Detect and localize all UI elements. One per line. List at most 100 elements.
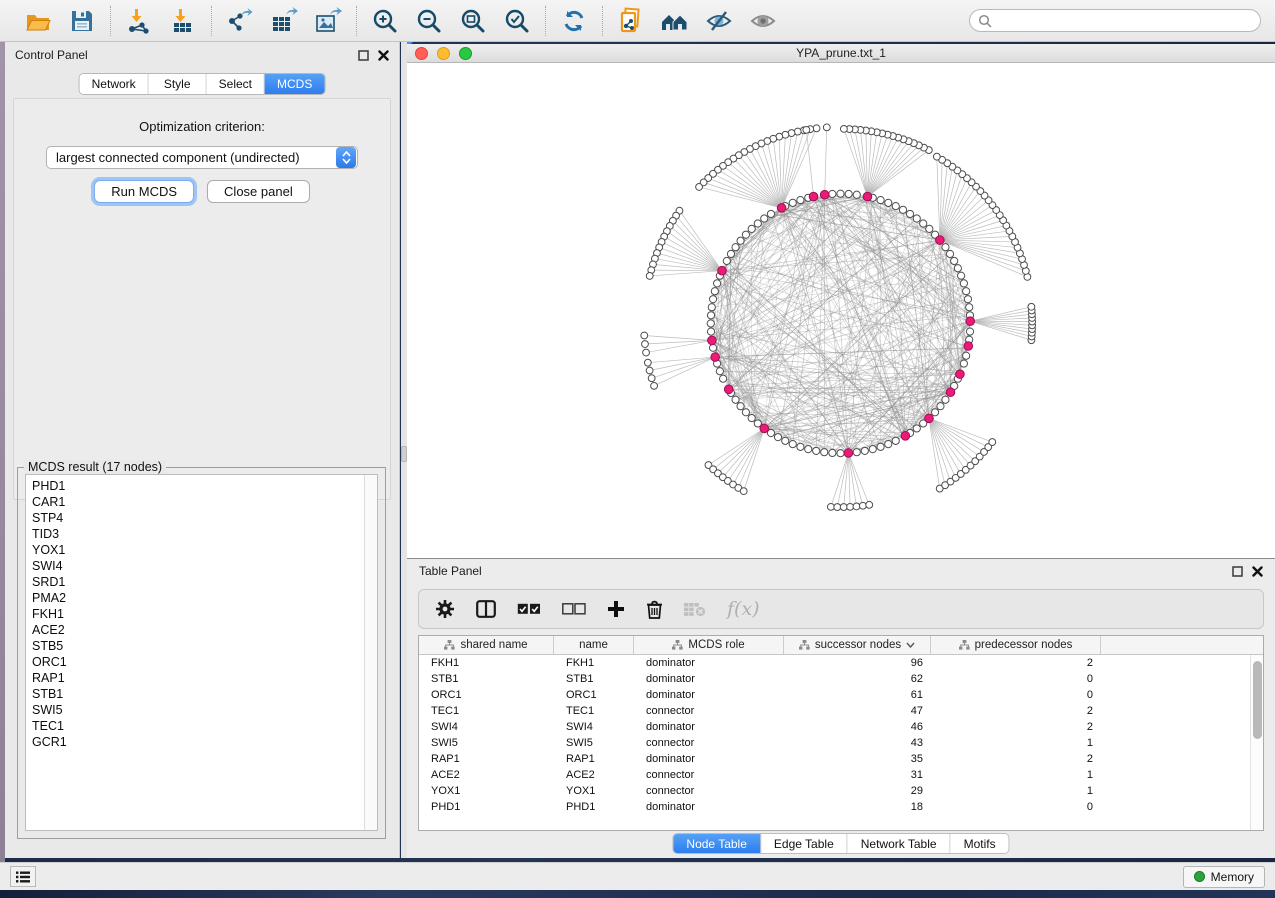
graph-node[interactable] bbox=[966, 328, 973, 335]
table-row[interactable]: SWI5SWI5connector431 bbox=[419, 735, 1250, 751]
graph-node[interactable] bbox=[913, 425, 920, 432]
graph-node[interactable] bbox=[853, 449, 860, 456]
memory-button[interactable]: Memory bbox=[1183, 866, 1265, 888]
graph-node[interactable] bbox=[960, 360, 967, 367]
mcds-result-item[interactable]: PMA2 bbox=[32, 590, 377, 606]
graph-node[interactable] bbox=[963, 288, 970, 295]
table-scrollbar[interactable] bbox=[1250, 655, 1263, 830]
network-window-titlebar[interactable]: YPA_prune.txt_1 bbox=[407, 44, 1275, 63]
search-input[interactable] bbox=[997, 14, 1252, 28]
graph-node[interactable] bbox=[926, 225, 933, 232]
graph-node[interactable] bbox=[748, 414, 755, 421]
graph-node[interactable] bbox=[708, 304, 715, 311]
table-row[interactable]: PHD1PHD1dominator180 bbox=[419, 799, 1250, 815]
add-column-icon[interactable] bbox=[607, 600, 625, 618]
graph-hub-node[interactable] bbox=[718, 266, 727, 275]
graph-node[interactable] bbox=[707, 312, 714, 319]
mcds-result-list[interactable]: PHD1CAR1STP4TID3YOX1SWI4SRD1PMA2FKH1ACE2… bbox=[25, 474, 378, 831]
column-header-predecessor-nodes[interactable]: predecessor nodes bbox=[931, 636, 1101, 654]
graph-node[interactable] bbox=[837, 450, 844, 457]
graph-node[interactable] bbox=[782, 437, 789, 444]
graph-node[interactable] bbox=[709, 296, 716, 303]
mcds-result-item[interactable]: STB1 bbox=[32, 686, 377, 702]
show-all-icon[interactable] bbox=[748, 6, 778, 36]
graph-node[interactable] bbox=[942, 396, 949, 403]
graph-node[interactable] bbox=[960, 280, 967, 287]
graph-hub-node[interactable] bbox=[708, 336, 717, 345]
criterion-dropdown[interactable]: largest connected component (undirected) bbox=[46, 146, 358, 169]
graph-node[interactable] bbox=[847, 503, 854, 510]
graph-hub-node[interactable] bbox=[863, 192, 872, 201]
graph-hub-node[interactable] bbox=[809, 192, 818, 201]
column-header-MCDS-role[interactable]: MCDS role bbox=[634, 636, 784, 654]
graph-node[interactable] bbox=[813, 447, 820, 454]
graph-node[interactable] bbox=[966, 304, 973, 311]
tab-select[interactable]: Select bbox=[207, 74, 265, 94]
graph-node[interactable] bbox=[823, 124, 830, 131]
graph-node[interactable] bbox=[761, 215, 768, 222]
network-graph[interactable] bbox=[407, 63, 1275, 559]
graph-hub-node[interactable] bbox=[956, 370, 965, 379]
graph-node[interactable] bbox=[642, 341, 649, 348]
zoom-in-icon[interactable] bbox=[370, 6, 400, 36]
graph-node[interactable] bbox=[716, 368, 723, 375]
table-row[interactable]: RAP1RAP1dominator352 bbox=[419, 751, 1250, 767]
tab-node-table[interactable]: Node Table bbox=[673, 834, 761, 853]
mcds-result-item[interactable]: SWI5 bbox=[32, 702, 377, 718]
graph-node[interactable] bbox=[840, 504, 847, 511]
select-all-icon[interactable] bbox=[517, 603, 541, 615]
graph-node[interactable] bbox=[754, 220, 761, 227]
mcds-result-item[interactable]: TID3 bbox=[32, 526, 377, 542]
first-neighbors-icon[interactable] bbox=[660, 6, 690, 36]
mcds-result-item[interactable]: RAP1 bbox=[32, 670, 377, 686]
mcds-result-item[interactable]: TEC1 bbox=[32, 718, 377, 734]
network-canvas[interactable] bbox=[407, 63, 1275, 559]
graph-node[interactable] bbox=[933, 153, 940, 160]
mcds-result-item[interactable]: ACE2 bbox=[32, 622, 377, 638]
graph-node[interactable] bbox=[714, 280, 721, 287]
graph-node[interactable] bbox=[964, 296, 971, 303]
graph-node[interactable] bbox=[740, 488, 747, 495]
graph-hub-node[interactable] bbox=[966, 317, 975, 326]
export-image-icon[interactable] bbox=[313, 6, 343, 36]
graph-hub-node[interactable] bbox=[777, 204, 786, 213]
graph-node[interactable] bbox=[885, 441, 892, 448]
mcds-result-item[interactable]: FKH1 bbox=[32, 606, 377, 622]
graph-node[interactable] bbox=[827, 503, 834, 510]
network-from-selection-icon[interactable] bbox=[616, 6, 646, 36]
close-panel-icon[interactable] bbox=[1252, 566, 1263, 577]
table-row[interactable]: TEC1TEC1connector472 bbox=[419, 703, 1250, 719]
graph-node[interactable] bbox=[840, 125, 847, 132]
graph-node[interactable] bbox=[946, 250, 953, 257]
graph-node[interactable] bbox=[853, 191, 860, 198]
graph-node[interactable] bbox=[641, 332, 648, 339]
graph-node[interactable] bbox=[789, 199, 796, 206]
graph-node[interactable] bbox=[821, 449, 828, 456]
graph-node[interactable] bbox=[709, 344, 716, 351]
graph-node[interactable] bbox=[748, 225, 755, 232]
export-network-icon[interactable] bbox=[225, 6, 255, 36]
apply-preferred-layout-icon[interactable] bbox=[559, 6, 589, 36]
graph-node[interactable] bbox=[877, 196, 884, 203]
graph-node[interactable] bbox=[805, 446, 812, 453]
close-panel-button[interactable]: Close panel bbox=[207, 180, 310, 203]
graph-node[interactable] bbox=[794, 128, 801, 135]
graph-hub-node[interactable] bbox=[844, 449, 853, 458]
table-row[interactable]: STB1STB1dominator620 bbox=[419, 671, 1250, 687]
run-mcds-button[interactable]: Run MCDS bbox=[94, 180, 194, 203]
graph-node[interactable] bbox=[942, 244, 949, 251]
graph-node[interactable] bbox=[646, 272, 653, 279]
graph-node[interactable] bbox=[853, 503, 860, 510]
graph-node[interactable] bbox=[774, 434, 781, 441]
table-row[interactable]: ACE2ACE2connector311 bbox=[419, 767, 1250, 783]
tab-network[interactable]: Network bbox=[80, 74, 149, 94]
table-row[interactable]: SWI4SWI4dominator462 bbox=[419, 719, 1250, 735]
graph-node[interactable] bbox=[906, 210, 913, 217]
graph-node[interactable] bbox=[813, 125, 820, 132]
graph-hub-node[interactable] bbox=[964, 342, 973, 351]
graph-node[interactable] bbox=[767, 210, 774, 217]
mcds-result-item[interactable]: ORC1 bbox=[32, 654, 377, 670]
delete-column-icon[interactable] bbox=[646, 600, 663, 619]
graph-node[interactable] bbox=[643, 349, 650, 356]
column-header-name[interactable]: name bbox=[554, 636, 634, 654]
